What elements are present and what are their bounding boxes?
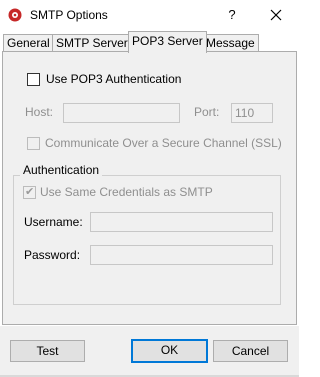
checkmark-icon: ✔	[25, 186, 35, 198]
ok-button[interactable]: OK	[131, 339, 208, 363]
tab-smtp-server[interactable]: SMTP Server	[52, 34, 132, 52]
cancel-button[interactable]: Cancel	[213, 340, 288, 362]
tab-pop3-server[interactable]: POP3 Server	[128, 31, 207, 53]
username-input[interactable]	[90, 212, 273, 232]
close-icon	[270, 9, 282, 21]
port-value: 110	[235, 106, 255, 120]
title-bar: SMTP Options ?	[0, 0, 299, 30]
help-button[interactable]: ?	[221, 4, 243, 26]
password-input[interactable]	[90, 245, 273, 265]
tab-message[interactable]: Message	[202, 34, 259, 52]
tab-message-label: Message	[206, 36, 255, 50]
ssl-checkbox[interactable]	[27, 137, 40, 150]
tab-smtp-server-label: SMTP Server	[56, 36, 128, 50]
window-title: SMTP Options	[30, 8, 108, 22]
ssl-label: Communicate Over a Secure Channel (SSL)	[45, 136, 282, 150]
smtp-app-icon	[8, 8, 22, 22]
port-input[interactable]: 110	[231, 103, 273, 123]
tab-general[interactable]: General	[3, 34, 54, 52]
use-pop3-auth-label: Use POP3 Authentication	[46, 72, 182, 86]
help-icon: ?	[228, 7, 236, 22]
use-pop3-auth-checkbox[interactable]	[27, 73, 40, 86]
authentication-legend: Authentication	[20, 163, 103, 177]
username-label: Username:	[24, 215, 83, 229]
close-button[interactable]	[262, 4, 290, 26]
tab-pop3-server-label: POP3 Server	[132, 34, 203, 48]
tab-strip: General SMTP Server POP3 Server Message	[0, 30, 299, 53]
host-label: Host:	[25, 105, 54, 119]
host-input[interactable]	[63, 103, 180, 123]
same-credentials-label: Use Same Credentials as SMTP	[40, 185, 213, 199]
test-button[interactable]: Test	[10, 340, 85, 362]
port-label: Port:	[194, 105, 220, 119]
same-credentials-checkbox[interactable]: ✔	[23, 186, 36, 199]
tab-general-label: General	[7, 36, 50, 50]
password-label: Password:	[24, 248, 81, 262]
